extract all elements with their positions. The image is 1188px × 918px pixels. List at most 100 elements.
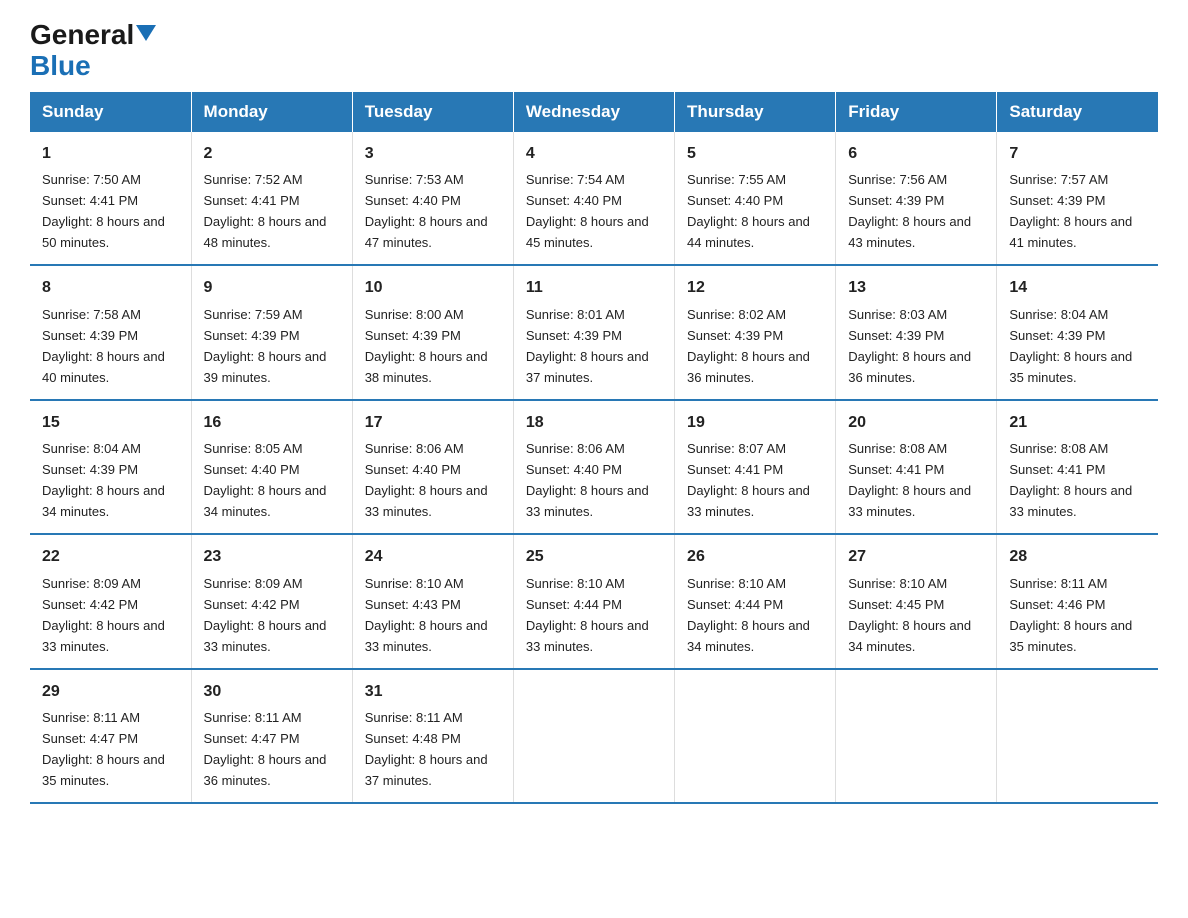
day-sunset: Sunset: 4:41 PM	[42, 193, 138, 208]
day-number: 2	[204, 142, 340, 167]
day-sunset: Sunset: 4:44 PM	[687, 597, 783, 612]
day-sunrise: Sunrise: 8:03 AM	[848, 307, 947, 322]
day-sunrise: Sunrise: 8:11 AM	[365, 710, 463, 725]
calendar-cell	[513, 669, 674, 803]
day-daylight: Daylight: 8 hours and 35 minutes.	[42, 752, 165, 788]
calendar-cell: 15 Sunrise: 8:04 AM Sunset: 4:39 PM Dayl…	[30, 400, 191, 534]
day-daylight: Daylight: 8 hours and 37 minutes.	[365, 752, 488, 788]
weekday-header-tuesday: Tuesday	[352, 92, 513, 132]
day-daylight: Daylight: 8 hours and 33 minutes.	[42, 618, 165, 654]
day-number: 1	[42, 142, 179, 167]
day-sunset: Sunset: 4:40 PM	[204, 462, 300, 477]
day-sunrise: Sunrise: 7:53 AM	[365, 172, 464, 187]
day-daylight: Daylight: 8 hours and 38 minutes.	[365, 349, 488, 385]
week-row-4: 22 Sunrise: 8:09 AM Sunset: 4:42 PM Dayl…	[30, 534, 1158, 668]
day-daylight: Daylight: 8 hours and 39 minutes.	[204, 349, 327, 385]
day-sunrise: Sunrise: 8:11 AM	[42, 710, 140, 725]
calendar-cell: 21 Sunrise: 8:08 AM Sunset: 4:41 PM Dayl…	[997, 400, 1158, 534]
weekday-header-sunday: Sunday	[30, 92, 191, 132]
calendar-cell: 17 Sunrise: 8:06 AM Sunset: 4:40 PM Dayl…	[352, 400, 513, 534]
calendar-cell: 5 Sunrise: 7:55 AM Sunset: 4:40 PM Dayli…	[675, 132, 836, 265]
day-daylight: Daylight: 8 hours and 33 minutes.	[526, 618, 649, 654]
day-number: 23	[204, 545, 340, 570]
day-number: 19	[687, 411, 823, 436]
day-sunset: Sunset: 4:40 PM	[365, 462, 461, 477]
weekday-header-thursday: Thursday	[675, 92, 836, 132]
day-number: 22	[42, 545, 179, 570]
calendar-cell: 20 Sunrise: 8:08 AM Sunset: 4:41 PM Dayl…	[836, 400, 997, 534]
day-sunrise: Sunrise: 8:11 AM	[204, 710, 302, 725]
day-daylight: Daylight: 8 hours and 45 minutes.	[526, 214, 649, 250]
day-daylight: Daylight: 8 hours and 34 minutes.	[204, 483, 327, 519]
day-sunrise: Sunrise: 8:10 AM	[687, 576, 786, 591]
day-number: 26	[687, 545, 823, 570]
calendar-cell: 7 Sunrise: 7:57 AM Sunset: 4:39 PM Dayli…	[997, 132, 1158, 265]
day-sunset: Sunset: 4:44 PM	[526, 597, 622, 612]
calendar-cell: 24 Sunrise: 8:10 AM Sunset: 4:43 PM Dayl…	[352, 534, 513, 668]
calendar-cell: 18 Sunrise: 8:06 AM Sunset: 4:40 PM Dayl…	[513, 400, 674, 534]
day-daylight: Daylight: 8 hours and 33 minutes.	[848, 483, 971, 519]
calendar-cell: 1 Sunrise: 7:50 AM Sunset: 4:41 PM Dayli…	[30, 132, 191, 265]
day-daylight: Daylight: 8 hours and 47 minutes.	[365, 214, 488, 250]
day-sunset: Sunset: 4:39 PM	[687, 328, 783, 343]
day-sunset: Sunset: 4:39 PM	[204, 328, 300, 343]
calendar-cell: 16 Sunrise: 8:05 AM Sunset: 4:40 PM Dayl…	[191, 400, 352, 534]
calendar-cell: 25 Sunrise: 8:10 AM Sunset: 4:44 PM Dayl…	[513, 534, 674, 668]
day-sunrise: Sunrise: 7:57 AM	[1009, 172, 1108, 187]
day-number: 10	[365, 276, 501, 301]
day-number: 25	[526, 545, 662, 570]
day-sunset: Sunset: 4:39 PM	[42, 462, 138, 477]
day-daylight: Daylight: 8 hours and 37 minutes.	[526, 349, 649, 385]
day-number: 29	[42, 680, 179, 705]
week-row-1: 1 Sunrise: 7:50 AM Sunset: 4:41 PM Dayli…	[30, 132, 1158, 265]
day-sunrise: Sunrise: 8:09 AM	[42, 576, 141, 591]
day-sunrise: Sunrise: 8:05 AM	[204, 441, 303, 456]
calendar-cell: 4 Sunrise: 7:54 AM Sunset: 4:40 PM Dayli…	[513, 132, 674, 265]
day-sunset: Sunset: 4:42 PM	[42, 597, 138, 612]
day-number: 3	[365, 142, 501, 167]
day-sunset: Sunset: 4:48 PM	[365, 731, 461, 746]
day-number: 14	[1009, 276, 1146, 301]
day-daylight: Daylight: 8 hours and 33 minutes.	[204, 618, 327, 654]
day-sunrise: Sunrise: 8:09 AM	[204, 576, 303, 591]
day-sunset: Sunset: 4:40 PM	[526, 462, 622, 477]
day-sunset: Sunset: 4:41 PM	[687, 462, 783, 477]
day-number: 15	[42, 411, 179, 436]
day-number: 30	[204, 680, 340, 705]
day-sunrise: Sunrise: 8:01 AM	[526, 307, 625, 322]
day-daylight: Daylight: 8 hours and 33 minutes.	[526, 483, 649, 519]
logo: General Blue	[30, 20, 156, 82]
day-sunrise: Sunrise: 8:07 AM	[687, 441, 786, 456]
day-sunset: Sunset: 4:39 PM	[1009, 193, 1105, 208]
day-sunrise: Sunrise: 8:08 AM	[848, 441, 947, 456]
day-number: 13	[848, 276, 984, 301]
calendar-cell: 12 Sunrise: 8:02 AM Sunset: 4:39 PM Dayl…	[675, 265, 836, 399]
day-sunset: Sunset: 4:39 PM	[365, 328, 461, 343]
calendar-cell: 8 Sunrise: 7:58 AM Sunset: 4:39 PM Dayli…	[30, 265, 191, 399]
day-sunset: Sunset: 4:47 PM	[42, 731, 138, 746]
calendar-cell: 2 Sunrise: 7:52 AM Sunset: 4:41 PM Dayli…	[191, 132, 352, 265]
calendar-cell: 22 Sunrise: 8:09 AM Sunset: 4:42 PM Dayl…	[30, 534, 191, 668]
calendar-cell: 19 Sunrise: 8:07 AM Sunset: 4:41 PM Dayl…	[675, 400, 836, 534]
day-number: 12	[687, 276, 823, 301]
calendar-cell	[997, 669, 1158, 803]
day-daylight: Daylight: 8 hours and 40 minutes.	[42, 349, 165, 385]
day-sunset: Sunset: 4:43 PM	[365, 597, 461, 612]
calendar-cell: 30 Sunrise: 8:11 AM Sunset: 4:47 PM Dayl…	[191, 669, 352, 803]
day-sunrise: Sunrise: 8:10 AM	[848, 576, 947, 591]
day-sunrise: Sunrise: 8:06 AM	[365, 441, 464, 456]
day-sunset: Sunset: 4:45 PM	[848, 597, 944, 612]
day-number: 7	[1009, 142, 1146, 167]
day-sunset: Sunset: 4:40 PM	[687, 193, 783, 208]
calendar-cell: 14 Sunrise: 8:04 AM Sunset: 4:39 PM Dayl…	[997, 265, 1158, 399]
calendar-cell	[675, 669, 836, 803]
day-daylight: Daylight: 8 hours and 43 minutes.	[848, 214, 971, 250]
day-number: 11	[526, 276, 662, 301]
day-daylight: Daylight: 8 hours and 34 minutes.	[42, 483, 165, 519]
day-daylight: Daylight: 8 hours and 35 minutes.	[1009, 349, 1132, 385]
calendar-cell: 28 Sunrise: 8:11 AM Sunset: 4:46 PM Dayl…	[997, 534, 1158, 668]
day-daylight: Daylight: 8 hours and 44 minutes.	[687, 214, 810, 250]
weekday-header-friday: Friday	[836, 92, 997, 132]
day-number: 6	[848, 142, 984, 167]
day-sunset: Sunset: 4:39 PM	[1009, 328, 1105, 343]
